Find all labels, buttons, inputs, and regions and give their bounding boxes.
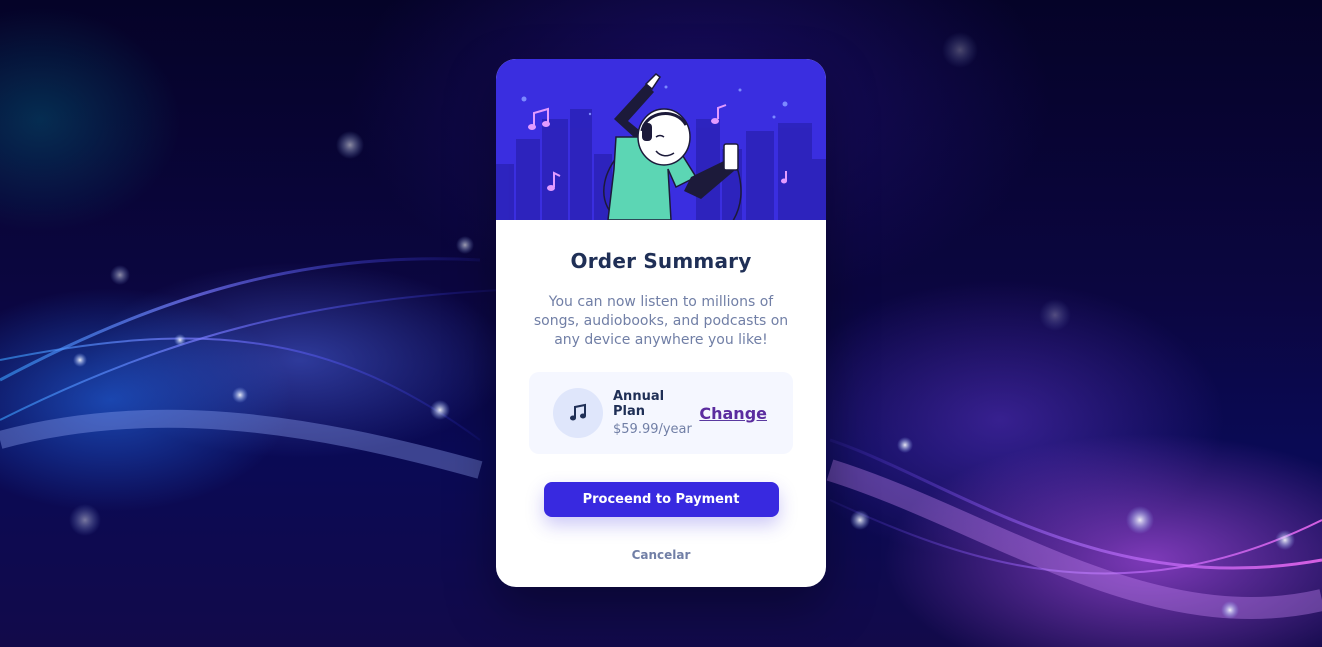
- plan-price: $59.99/year: [613, 422, 692, 437]
- plan-box: Annual Plan $59.99/year Change: [529, 372, 793, 454]
- music-note-icon: [553, 388, 603, 438]
- cancel-button[interactable]: Cancelar: [632, 548, 691, 562]
- card-description: You can now listen to millions of songs,…: [533, 294, 789, 348]
- card-title: Order Summary: [570, 249, 752, 273]
- hero-image: [496, 73, 826, 220]
- plan-name: Annual Plan: [613, 389, 665, 419]
- order-summary-card: Order Summary You can now listen to mill…: [496, 59, 826, 587]
- proceed-to-payment-button[interactable]: Proceend to Payment: [543, 482, 779, 517]
- card-body: Order Summary You can now listen to mill…: [496, 249, 826, 562]
- hero-illustration: [496, 59, 826, 220]
- change-plan-link[interactable]: Change: [699, 404, 767, 423]
- plan-info: Annual Plan $59.99/year: [613, 389, 699, 437]
